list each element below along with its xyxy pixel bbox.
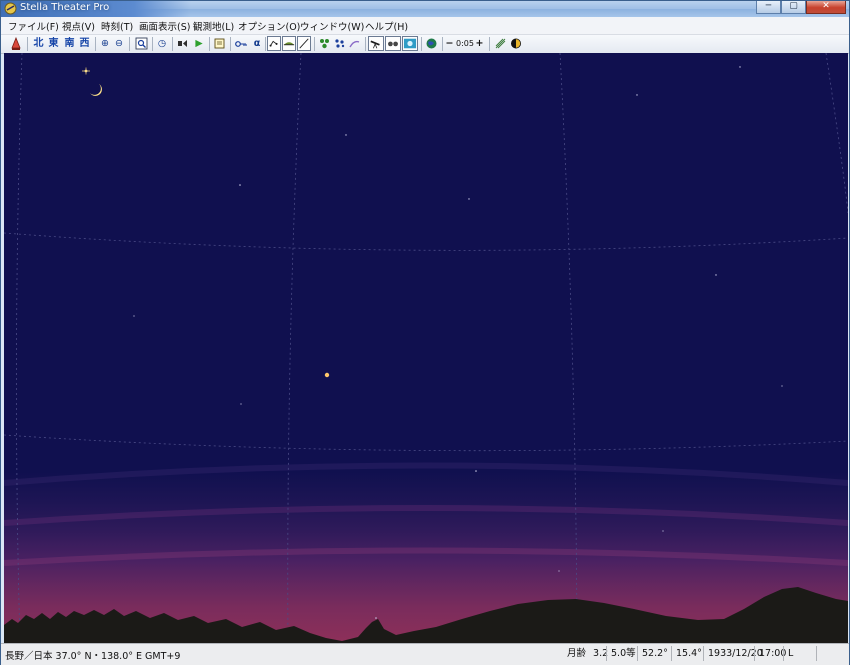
key-icon[interactable] (234, 36, 248, 51)
location-readout: 長野／日本 37.0° N・138.0° E GMT+9 (5, 651, 181, 662)
search-icon[interactable] (135, 36, 148, 51)
date-readout: 1933/12/20 (703, 646, 763, 661)
cluster-icon[interactable] (333, 36, 346, 51)
menu-window[interactable]: ウィンドウ(W) (300, 19, 364, 33)
star (475, 470, 477, 472)
time-readout: 17:00 (754, 646, 786, 661)
toolbar: 北 東 南 西 ⊕ ⊖ ◷ ▶ α − 0:05 + (1, 35, 849, 54)
magnitude-limit: 5.0等 (606, 646, 639, 661)
planet-icon[interactable] (318, 36, 331, 51)
telescope-icon[interactable] (368, 36, 384, 51)
menu-location[interactable]: 観測地(L) (193, 19, 234, 33)
menu-view[interactable]: 視点(V) (62, 19, 95, 33)
close-button[interactable]: ✕ (806, 1, 846, 14)
twilight-glow (4, 462, 848, 566)
menu-bar: ファイル(F) 視点(V) 時刻(T) 画面表示(S) 観測地(L) オプション… (1, 17, 849, 35)
star (558, 570, 560, 572)
horizon-icon[interactable] (282, 36, 296, 51)
step-increase-button[interactable]: + (475, 36, 484, 51)
status-empty-cell (816, 646, 849, 661)
globe-icon[interactable] (425, 36, 438, 51)
star (240, 403, 242, 405)
mountain-silhouette (4, 587, 848, 643)
play-icon[interactable]: ▶ (193, 36, 205, 51)
step-decrease-button[interactable]: − (445, 36, 454, 51)
status-bar: 長野／日本 37.0° N・138.0° E GMT+9 月齢 3.2 5.0等… (1, 643, 849, 665)
menu-display[interactable]: 画面表示(S) (139, 19, 190, 33)
moon-age-label: 月齢 (567, 648, 587, 659)
moon-phase-icon[interactable] (510, 36, 522, 51)
zoom-out-icon[interactable]: ⊖ (113, 36, 125, 51)
moon-age-field: 月齢 3.2 (563, 646, 608, 661)
planet[interactable] (324, 372, 330, 378)
binoculars-icon[interactable] (385, 36, 401, 51)
maximize-button[interactable]: ▢ (781, 1, 806, 14)
star (781, 385, 783, 387)
zoom-in-icon[interactable]: ⊕ (99, 36, 111, 51)
sky-map[interactable] (4, 53, 848, 643)
clock-icon[interactable]: ◷ (156, 36, 168, 51)
star (739, 66, 741, 68)
meridian-icon[interactable] (297, 36, 311, 51)
alpha-icon[interactable]: α (251, 36, 263, 51)
app-window: Stella Theater Pro ─ ▢ ✕ ファイル(F) 視点(V) 時… (0, 0, 850, 665)
menu-options[interactable]: オプション(O) (238, 19, 300, 33)
comet-icon[interactable] (348, 36, 361, 51)
photo-icon[interactable] (402, 36, 418, 51)
star-field (133, 66, 783, 619)
minimize-button[interactable]: ─ (756, 1, 781, 14)
observer-icon[interactable] (9, 36, 23, 51)
east-button[interactable]: 東 (47, 36, 60, 51)
star (375, 617, 377, 619)
book-icon[interactable] (213, 36, 226, 51)
app-icon (4, 2, 17, 15)
window-title: Stella Theater Pro (20, 2, 110, 13)
south-button[interactable]: 南 (63, 36, 76, 51)
menu-file[interactable]: ファイル(F) (8, 19, 59, 33)
north-button[interactable]: 北 (32, 36, 45, 51)
crescent-moon[interactable] (90, 84, 102, 96)
mode-indicator: L (783, 646, 818, 661)
constellation-lines-icon[interactable] (267, 36, 281, 51)
meteor-icon[interactable] (494, 36, 507, 51)
title-bar[interactable]: Stella Theater Pro ─ ▢ ✕ (1, 1, 849, 17)
star (239, 184, 241, 186)
bright-star[interactable] (82, 67, 90, 75)
star (715, 274, 717, 276)
menu-time[interactable]: 時刻(T) (101, 19, 133, 33)
field-of-view-readout: 15.4° (671, 646, 704, 661)
star (133, 315, 135, 317)
menu-help[interactable]: ヘルプ(H) (365, 19, 408, 33)
star (636, 94, 638, 96)
altitude-readout: 52.2° (637, 646, 670, 661)
star (468, 198, 470, 200)
sky-view[interactable] (4, 53, 848, 643)
star (662, 530, 664, 532)
west-button[interactable]: 西 (78, 36, 91, 51)
time-step-icon[interactable] (176, 36, 189, 51)
time-step-value: 0:05 (456, 39, 474, 48)
star (345, 134, 347, 136)
